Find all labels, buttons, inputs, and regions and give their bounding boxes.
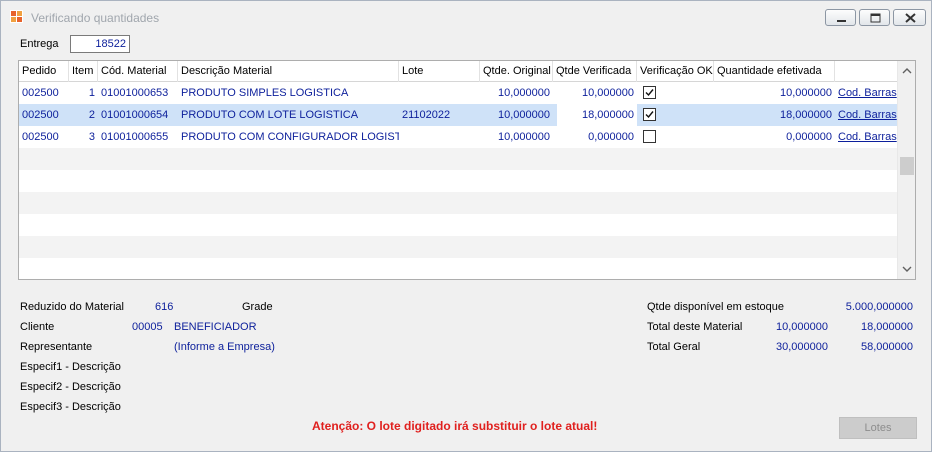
especif2-label: Especif2 - Descrição <box>20 381 121 393</box>
app-logo-icon <box>10 10 23 23</box>
cell-quantidade-efetivada: 10,000000 <box>780 87 832 99</box>
table-row-selected[interactable]: 002500 2 01001000654 PRODUTO COM LOTE LO… <box>19 104 898 126</box>
cell-item: 3 <box>88 131 95 143</box>
cliente-code: 00005 <box>132 321 163 333</box>
main-window: Verificando quantidades Entrega 18522 Pe… <box>0 0 932 452</box>
cell-qtde-original: 10,000000 <box>498 131 550 143</box>
column-header-quantidade-efetivada[interactable]: Quantidade efetivada <box>714 61 835 82</box>
total-geral-original: 30,000000 <box>776 341 828 353</box>
empty-row <box>19 258 898 279</box>
cell-cod-material: 01001000653 <box>101 87 169 99</box>
cell-descricao: PRODUTO COM CONFIGURADOR LOGISTICA <box>181 131 399 143</box>
chevron-down-icon[interactable] <box>898 261 916 278</box>
cod-barras-link[interactable]: Cod. Barras <box>835 126 898 148</box>
cell-descricao: PRODUTO COM LOTE LOGISTICA <box>181 109 359 121</box>
column-header-cod-material[interactable]: Cód. Material <box>98 61 178 82</box>
column-header-descricao[interactable]: Descrição Material <box>178 61 399 82</box>
estoque-label: Qtde disponível em estoque <box>647 301 784 313</box>
column-header-item[interactable]: Item <box>69 61 98 82</box>
empty-row <box>19 236 898 258</box>
maximize-button[interactable] <box>859 9 890 26</box>
total-geral-verificada: 58,000000 <box>861 341 913 353</box>
total-geral-label: Total Geral <box>647 341 701 353</box>
checkmark-icon <box>645 111 654 119</box>
cliente-name: BENEFICIADOR <box>174 321 257 333</box>
cell-quantidade-efetivada: 0,000000 <box>786 131 832 143</box>
empty-row <box>19 214 898 236</box>
total-material-label: Total deste Material <box>647 321 743 333</box>
verificacao-ok-checkbox[interactable] <box>643 86 656 99</box>
especif1-label: Especif1 - Descrição <box>20 361 121 373</box>
cell-pedido: 002500 <box>22 131 59 143</box>
empty-row <box>19 170 898 192</box>
reduzido-value: 616 <box>155 301 174 313</box>
cell-lote[interactable] <box>399 82 480 104</box>
cell-quantidade-efetivada: 18,000000 <box>780 109 832 121</box>
close-button[interactable] <box>893 9 926 26</box>
empty-row <box>19 192 898 214</box>
table-row[interactable]: 002500 3 01001000655 PRODUTO COM CONFIGU… <box>19 126 898 148</box>
grade-label: Grade <box>242 301 273 313</box>
reduzido-label: Reduzido do Material <box>20 301 124 313</box>
cell-lote[interactable]: 21102022 <box>399 104 480 126</box>
vertical-scrollbar[interactable] <box>897 61 915 279</box>
title-bar[interactable]: Verificando quantidades <box>1 1 931 33</box>
column-header-verificacao-ok[interactable]: Verificação OK <box>637 61 714 82</box>
total-material-verificada: 18,000000 <box>861 321 913 333</box>
cliente-label: Cliente <box>20 321 55 333</box>
table-row[interactable]: 002500 1 01001000653 PRODUTO SIMPLES LOG… <box>19 82 898 104</box>
verificacao-ok-checkbox[interactable] <box>643 108 656 121</box>
column-header-pedido[interactable]: Pedido <box>19 61 69 82</box>
cell-cod-material: 01001000654 <box>101 109 169 121</box>
scrollbar-thumb[interactable] <box>900 157 914 175</box>
lote-warning-message: Atenção: O lote digitado irá substituir … <box>312 419 598 433</box>
chevron-up-icon[interactable] <box>898 63 916 80</box>
grid-header: Pedido Item Cód. Material Descrição Mate… <box>19 61 898 82</box>
cell-qtde-original: 10,000000 <box>498 87 550 99</box>
cell-descricao: PRODUTO SIMPLES LOGISTICA <box>181 87 349 99</box>
total-material-original: 10,000000 <box>776 321 828 333</box>
entrega-input[interactable]: 18522 <box>70 35 130 53</box>
cell-item: 1 <box>88 87 95 99</box>
cell-qtde-original: 10,000000 <box>498 109 550 121</box>
cell-qtde-verificada[interactable]: 0,000000 <box>557 126 637 148</box>
cell-lote[interactable] <box>399 126 480 148</box>
cod-barras-link[interactable]: Cod. Barras <box>835 82 898 104</box>
window-title: Verificando quantidades <box>31 11 160 25</box>
column-header-action <box>835 61 898 82</box>
minimize-button[interactable] <box>825 9 856 26</box>
checkmark-icon <box>645 89 654 97</box>
cell-pedido: 002500 <box>22 87 59 99</box>
especif3-label: Especif3 - Descrição <box>20 401 121 413</box>
cell-qtde-verificada[interactable]: 10,000000 <box>557 82 637 104</box>
cell-item: 2 <box>88 109 95 121</box>
lotes-button[interactable]: Lotes <box>839 417 917 439</box>
empty-row <box>19 148 898 170</box>
cell-pedido: 002500 <box>22 109 59 121</box>
column-header-qtde-original[interactable]: Qtde. Original <box>480 61 553 82</box>
column-header-qtde-verificada[interactable]: Qtde Verificada <box>553 61 637 82</box>
estoque-value: 5.000,000000 <box>845 301 913 313</box>
column-header-lote[interactable]: Lote <box>399 61 480 82</box>
maximize-icon <box>870 13 881 23</box>
representante-value: (Informe a Empresa) <box>174 341 275 353</box>
cell-qtde-verificada-editing[interactable]: 18,000000 <box>557 104 637 126</box>
items-grid: Pedido Item Cód. Material Descrição Mate… <box>18 60 916 280</box>
representante-label: Representante <box>20 341 93 353</box>
minimize-icon <box>837 20 846 22</box>
cod-barras-link[interactable]: Cod. Barras <box>835 104 898 126</box>
cell-cod-material: 01001000655 <box>101 131 169 143</box>
verificacao-ok-checkbox[interactable] <box>643 130 656 143</box>
close-icon <box>905 13 916 23</box>
entrega-label: Entrega <box>20 38 59 50</box>
